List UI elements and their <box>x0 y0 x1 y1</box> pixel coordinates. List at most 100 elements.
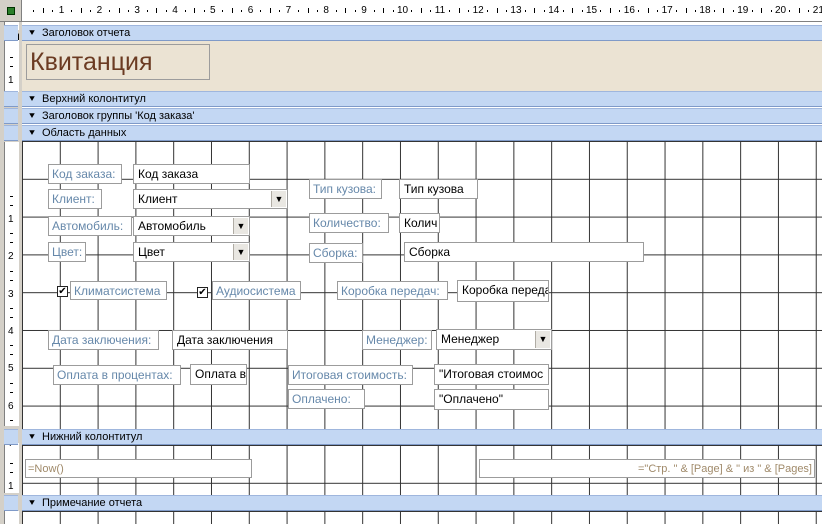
section-bar-group-header[interactable]: ⯆ Заголовок группы 'Код заказа' <box>22 108 822 124</box>
checkbox-audio[interactable]: ✔ <box>197 287 208 298</box>
dropdown-arrow-icon[interactable]: ▼ <box>233 244 248 260</box>
ruler-tick <box>770 10 772 12</box>
ruler-number: 16 <box>623 5 635 16</box>
section-bar-page-header[interactable]: ⯆ Верхний колонтитул <box>22 91 822 107</box>
ruler-number: 1 <box>8 75 14 86</box>
ruler-tick <box>505 10 507 12</box>
label-contract-date[interactable]: Дата заключения: <box>48 330 159 350</box>
field-pages[interactable]: ="Стр. " & [Page] & " из " & [Pages] <box>479 459 815 478</box>
report-footer-area <box>22 511 822 524</box>
ruler-number: 4 <box>172 5 178 16</box>
section-arrow-icon: ⯆ <box>28 111 36 122</box>
ruler-number: 12 <box>472 5 484 16</box>
section-marker <box>4 108 18 124</box>
label-manager[interactable]: Менеджер: <box>362 330 432 350</box>
ruler-tick <box>10 391 13 393</box>
combo-color[interactable]: Цвет ▼ <box>133 242 250 262</box>
ruler-tick <box>10 419 13 421</box>
section-bar-report-footer[interactable]: ⯆ Примечание отчета <box>22 495 822 511</box>
ruler-number: 5 <box>8 363 14 375</box>
ruler-tick <box>42 8 44 13</box>
label-paid[interactable]: Оплачено: <box>288 389 365 409</box>
ruler-tick <box>619 10 621 12</box>
label-quantity[interactable]: Количество: <box>309 213 389 233</box>
combo-car[interactable]: Автомобиль ▼ <box>133 216 250 236</box>
section-label: Верхний колонтитул <box>42 93 146 105</box>
field-paid[interactable]: "Оплачено" <box>434 389 549 410</box>
field-gearbox[interactable]: Коробка переда <box>457 280 549 302</box>
checkbox-climate[interactable]: ✔ <box>57 286 68 297</box>
label-car[interactable]: Автомобиль: <box>48 216 132 236</box>
dropdown-arrow-icon[interactable]: ▼ <box>535 331 550 348</box>
ruler-number: 10 <box>397 5 409 16</box>
field-order-code[interactable]: Код заказа <box>133 164 250 184</box>
ruler-tick <box>638 10 640 12</box>
field-contract-date[interactable]: Дата заключения <box>172 330 288 350</box>
ruler-number: 15 <box>586 5 598 16</box>
label-pay-percent[interactable]: Оплата в процентах: <box>53 365 181 385</box>
field-quantity[interactable]: Колич <box>399 213 440 233</box>
report-title: Квитанция <box>30 48 153 76</box>
ruler-tick <box>146 10 148 12</box>
label-assembly[interactable]: Сборка: <box>309 243 363 263</box>
ruler-number: 21 <box>812 5 822 16</box>
dropdown-arrow-icon[interactable]: ▼ <box>233 218 248 234</box>
field-assembly[interactable]: Сборка <box>404 242 644 262</box>
ruler-tick <box>798 8 800 13</box>
ruler-number: 6 <box>8 400 14 412</box>
report-title-box[interactable]: Квитанция <box>26 44 210 80</box>
field-pay-percent[interactable]: Оплата в <box>190 364 247 385</box>
ruler-tick <box>761 8 763 13</box>
ruler-tick <box>354 10 356 12</box>
ruler-number: 20 <box>775 5 787 16</box>
section-bar-detail[interactable]: ⯆ Область данных <box>22 125 822 141</box>
label-gearbox[interactable]: Коробка передач: <box>337 281 448 300</box>
ruler-tick <box>260 10 262 12</box>
ruler-tick <box>279 10 281 12</box>
label-body-type[interactable]: Тип кузова: <box>309 179 382 199</box>
section-bar-page-footer[interactable]: ⯆ Нижний колонтитул <box>22 429 822 445</box>
section-arrow-icon: ⯆ <box>28 498 36 509</box>
combo-client[interactable]: Клиент ▼ <box>133 189 288 209</box>
ruler-tick <box>80 8 82 13</box>
combo-value: Клиент <box>138 192 178 206</box>
section-label: Заголовок отчета <box>42 27 131 39</box>
report-selector-icon[interactable] <box>7 7 15 15</box>
ruler-number: 3 <box>8 288 14 300</box>
ruler-number: 6 <box>247 5 254 16</box>
ruler-tick <box>808 10 810 12</box>
section-marker <box>4 91 18 107</box>
ruler-tick <box>572 8 574 13</box>
ruler-number: 7 <box>285 5 292 16</box>
ruler-tick <box>10 242 13 244</box>
ruler-tick <box>732 10 734 12</box>
ruler-tick <box>647 8 649 13</box>
ruler-corner[interactable] <box>0 0 22 22</box>
ruler-number: 17 <box>661 5 673 16</box>
combo-value: Менеджер <box>441 332 500 346</box>
ruler-tick <box>156 8 158 13</box>
label-total-cost[interactable]: Итоговая стоимость: <box>288 365 413 385</box>
ruler-tick <box>10 345 13 347</box>
dropdown-arrow-icon[interactable]: ▼ <box>271 191 286 207</box>
ruler-tick <box>657 10 659 12</box>
label-client[interactable]: Клиент: <box>48 189 102 209</box>
ruler-tick <box>10 354 13 356</box>
field-body-type[interactable]: Тип кузова <box>399 179 478 199</box>
horizontal-ruler: 123456789101112131415161718192021 <box>22 0 822 22</box>
ruler-tick <box>449 10 451 12</box>
section-arrow-icon: ⯆ <box>28 432 36 443</box>
section-arrow-icon: ⯆ <box>28 128 36 139</box>
ruler-tick <box>543 10 545 12</box>
combo-value: Автомобиль <box>138 219 206 233</box>
label-audio[interactable]: Аудиосистема <box>212 281 301 300</box>
field-now[interactable]: =Now() <box>25 459 252 478</box>
label-climate[interactable]: Климатсистема <box>70 281 167 300</box>
label-color[interactable]: Цвет: <box>48 242 86 262</box>
ruler-tick <box>487 10 489 12</box>
field-total-cost[interactable]: "Итоговая стоимос <box>434 364 549 385</box>
ruler-tick <box>118 8 120 13</box>
combo-manager[interactable]: Менеджер ▼ <box>436 329 552 350</box>
label-order-code[interactable]: Код заказа: <box>48 164 122 184</box>
section-bar-report-header[interactable]: ⯆ Заголовок отчета <box>22 25 822 41</box>
